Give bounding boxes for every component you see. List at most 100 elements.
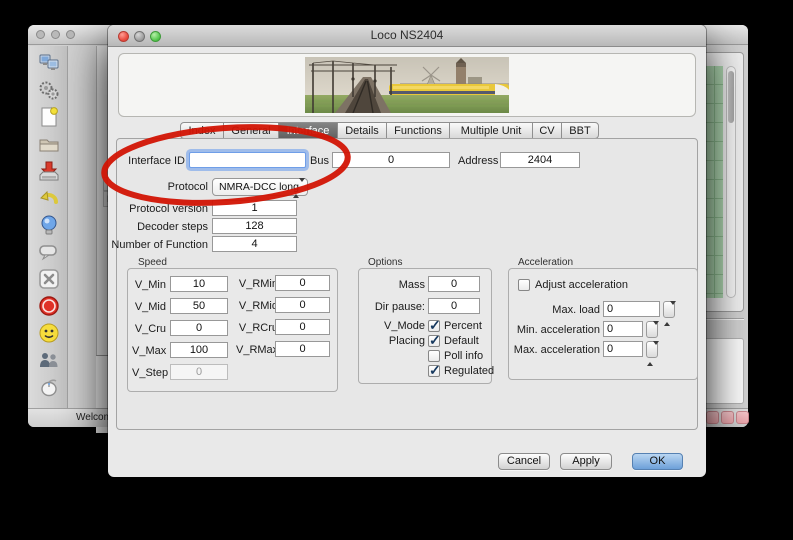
v-step-input <box>170 364 228 380</box>
acceleration-group-title: Acceleration <box>518 257 573 268</box>
speed-group-title: Speed <box>138 257 167 268</box>
new-file-icon[interactable] <box>37 105 61 129</box>
max-acceleration-stepper-icon[interactable] <box>646 341 658 358</box>
adjust-acceleration-checkbox[interactable] <box>518 279 530 291</box>
minimize-icon[interactable] <box>51 30 60 39</box>
protocol-select[interactable]: NMRA-DCC long <box>212 178 308 196</box>
options-group-title: Options <box>368 257 402 268</box>
v-rmax-input[interactable] <box>275 341 330 357</box>
v-mid-label: V_Mid <box>132 301 166 313</box>
mass-input[interactable] <box>428 276 480 292</box>
regulated-checkbox[interactable]: ✓ <box>428 365 440 377</box>
tab-interface[interactable]: Interface <box>278 122 338 139</box>
v-rmax-label: V_RMax <box>236 344 278 356</box>
dir-pause-label: Dir pause: <box>366 301 425 313</box>
v-cru-input[interactable] <box>170 320 228 336</box>
loco-properties-dialog: Loco NS2404 <box>108 25 706 477</box>
vertical-scrollbar[interactable] <box>726 66 736 298</box>
mouse-icon[interactable] <box>37 375 61 399</box>
tab-functions[interactable]: Functions <box>386 122 450 139</box>
v-rcru-label: V_RCru <box>236 322 278 334</box>
save-icon[interactable] <box>37 159 61 183</box>
chat-icon[interactable] <box>37 240 61 264</box>
scrollbar-thumb[interactable] <box>728 71 734 123</box>
dialog-title: Loco NS2404 <box>108 25 706 46</box>
max-load-label: Max. load <box>518 304 600 316</box>
minimize-icon[interactable] <box>134 31 145 42</box>
red-function-button[interactable] <box>706 411 719 424</box>
check-icon: ✓ <box>429 332 441 349</box>
tab-cv[interactable]: CV <box>532 122 562 139</box>
max-load-stepper-icon[interactable] <box>663 301 675 318</box>
min-acceleration-label: Min. acceleration <box>508 324 600 336</box>
staff-icon[interactable] <box>37 348 61 372</box>
loco-photo <box>305 57 509 114</box>
address-input[interactable] <box>500 152 580 168</box>
address-label: Address <box>458 155 498 167</box>
bus-input[interactable] <box>332 152 450 168</box>
max-load-input[interactable] <box>603 301 660 317</box>
max-acceleration-input[interactable] <box>603 341 643 357</box>
v-mode-label: V_Mode <box>366 320 425 332</box>
poll-info-checkbox-label: Poll info <box>444 350 483 362</box>
dir-pause-input[interactable] <box>428 298 480 314</box>
apply-button[interactable]: Apply <box>560 453 612 470</box>
red-function-button[interactable] <box>721 411 734 424</box>
number-of-function-label: Number of Function <box>108 239 208 251</box>
smiley-icon[interactable] <box>37 321 61 345</box>
open-folder-icon[interactable] <box>37 132 61 156</box>
close-icon[interactable] <box>118 31 129 42</box>
close-icon[interactable] <box>36 30 45 39</box>
mass-label: Mass <box>366 279 425 291</box>
protocol-version-input[interactable] <box>212 200 297 216</box>
v-rmin-label: V_RMin <box>236 278 278 290</box>
undo-icon[interactable] <box>37 186 61 210</box>
decoder-steps-input[interactable] <box>212 218 297 234</box>
number-of-function-input[interactable] <box>212 236 297 252</box>
percent-checkbox-label: Percent <box>444 320 482 332</box>
bus-label: Bus <box>310 155 329 167</box>
tab-bbt[interactable]: BBT <box>561 122 599 139</box>
min-acceleration-stepper-icon[interactable] <box>646 321 658 338</box>
v-rmid-input[interactable] <box>275 297 330 313</box>
decoder-steps-label: Decoder steps <box>118 221 208 233</box>
v-min-input[interactable] <box>170 276 228 292</box>
ok-button[interactable]: OK <box>632 453 683 470</box>
placing-label: Placing <box>366 335 425 347</box>
dialog-titlebar[interactable]: Loco NS2404 <box>108 25 706 47</box>
v-max-input[interactable] <box>170 342 228 358</box>
tab-general[interactable]: General <box>223 122 279 139</box>
v-rmin-input[interactable] <box>275 275 330 291</box>
interface-id-label: Interface ID <box>118 155 185 167</box>
dialog-tabs: Index General Interface Details Function… <box>180 122 599 139</box>
v-mid-input[interactable] <box>170 298 228 314</box>
zoom-icon[interactable] <box>66 30 75 39</box>
v-rcru-input[interactable] <box>275 319 330 335</box>
min-acceleration-input[interactable] <box>603 321 643 337</box>
cancel-button[interactable]: Cancel <box>498 453 550 470</box>
poll-info-checkbox[interactable] <box>428 350 440 362</box>
close-box-icon[interactable] <box>37 267 61 291</box>
check-icon: ✓ <box>429 362 441 379</box>
power-bulb-icon[interactable] <box>37 213 61 237</box>
red-function-button[interactable] <box>736 411 749 424</box>
v-min-label: V_Min <box>132 279 166 291</box>
adjust-acceleration-label: Adjust acceleration <box>535 279 628 291</box>
zoom-icon[interactable] <box>150 31 161 42</box>
regulated-checkbox-label: Regulated <box>444 365 494 377</box>
protocol-selected-value: NMRA-DCC long <box>219 181 299 193</box>
settings-gears-icon[interactable] <box>37 78 61 102</box>
v-max-label: V_Max <box>132 345 166 357</box>
v-rmid-label: V_RMid <box>236 300 278 312</box>
percent-checkbox[interactable]: ✓ <box>428 320 440 332</box>
default-checkbox[interactable]: ✓ <box>428 335 440 347</box>
interface-id-input[interactable] <box>189 152 306 168</box>
v-step-label: V_Step <box>132 367 166 379</box>
tab-multiple-unit[interactable]: Multiple Unit <box>449 122 533 139</box>
tab-index[interactable]: Index <box>180 122 224 139</box>
tab-details[interactable]: Details <box>337 122 387 139</box>
stepper-icon[interactable] <box>293 180 306 194</box>
workstations-icon[interactable] <box>37 51 61 75</box>
main-toolbar <box>30 46 68 425</box>
emergency-stop-icon[interactable] <box>37 294 61 318</box>
